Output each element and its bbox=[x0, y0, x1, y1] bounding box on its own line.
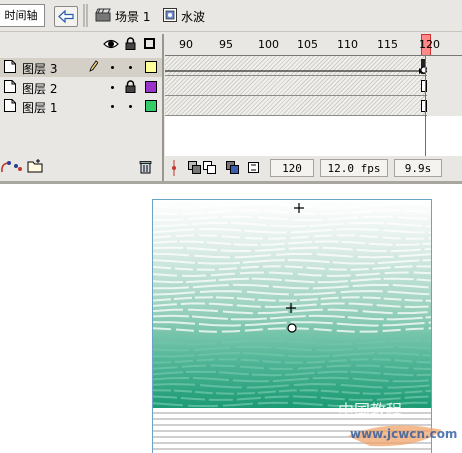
keyframe-end bbox=[421, 80, 427, 92]
layer-tools bbox=[0, 158, 162, 180]
edit-multiple-frames-icon[interactable] bbox=[226, 161, 240, 174]
wave-stripe bbox=[153, 389, 431, 395]
wave-stripe bbox=[153, 234, 431, 240]
modify-onion-markers-icon[interactable] bbox=[247, 161, 261, 174]
wave-stripe bbox=[153, 277, 431, 284]
wave-stripe bbox=[153, 215, 431, 222]
layer-row-1[interactable]: 图层 1 bbox=[0, 97, 162, 116]
wave-stripe bbox=[153, 246, 431, 253]
wave-stripe bbox=[153, 258, 431, 265]
site-watermark-logo: 中国教程 www.jcwcn.com bbox=[338, 401, 457, 447]
visible-dot[interactable] bbox=[111, 86, 114, 89]
wave-stripe bbox=[153, 364, 431, 370]
svg-text:www.jcwcn.com: www.jcwcn.com bbox=[350, 427, 457, 441]
ruler-label: 105 bbox=[297, 38, 318, 51]
onion-skin-icon[interactable] bbox=[188, 161, 202, 174]
insert-layer-folder-icon[interactable] bbox=[13, 160, 23, 174]
wave-stripe bbox=[153, 252, 431, 259]
wave-stripe bbox=[153, 345, 431, 352]
wave-stripe bbox=[153, 339, 431, 346]
wave-stripe bbox=[153, 283, 431, 290]
outline-all-icon[interactable] bbox=[144, 38, 155, 49]
layer-row-2[interactable]: 图层 2 bbox=[0, 78, 162, 97]
layer-page-icon bbox=[4, 60, 16, 73]
back-arrow-icon bbox=[58, 9, 74, 24]
folder-icon[interactable] bbox=[27, 159, 43, 173]
frame-row-2[interactable] bbox=[165, 76, 427, 96]
wave-stripe bbox=[153, 227, 431, 234]
add-motion-guide-icon[interactable] bbox=[0, 160, 12, 174]
ruler-label: 110 bbox=[337, 38, 358, 51]
ruler-label: 100 bbox=[258, 38, 279, 51]
lock-all-icon[interactable] bbox=[125, 37, 136, 50]
keyframe-end bbox=[421, 100, 427, 112]
toolbar-separator bbox=[86, 4, 88, 27]
scene-breadcrumb[interactable]: 场景 1 bbox=[115, 8, 150, 25]
layer-row-3[interactable]: 图层 3 bbox=[0, 58, 162, 77]
frame-row-1[interactable] bbox=[165, 96, 427, 116]
ruler-label: 90 bbox=[179, 38, 193, 51]
ruler-label-current: 120 bbox=[419, 38, 440, 51]
unlock-dot[interactable] bbox=[129, 66, 132, 69]
center-frame-icon[interactable] bbox=[170, 160, 178, 176]
transform-point-icon[interactable] bbox=[286, 322, 298, 334]
layer-name[interactable]: 图层 1 bbox=[22, 99, 57, 116]
registration-crosshair-icon bbox=[294, 203, 304, 213]
wave-stripe bbox=[153, 296, 431, 302]
unlock-dot[interactable] bbox=[129, 105, 132, 108]
layer-page-icon bbox=[4, 80, 16, 93]
wave-stripe bbox=[153, 370, 431, 377]
wave-stripe bbox=[153, 382, 431, 389]
delete-layer-trash-icon[interactable] bbox=[139, 160, 152, 174]
motion-tween-arrow bbox=[165, 59, 427, 74]
wave-stripe bbox=[153, 240, 431, 247]
ruler-label: 115 bbox=[377, 38, 398, 51]
toolbar-separator bbox=[83, 4, 85, 27]
layer-name[interactable]: 图层 3 bbox=[22, 60, 57, 77]
layer-frame-divider[interactable] bbox=[162, 34, 164, 182]
timeline-toggle-button[interactable]: 时间轴 bbox=[0, 4, 45, 27]
movie-clip-symbol-icon[interactable] bbox=[163, 8, 177, 22]
wave-stripe bbox=[153, 333, 431, 340]
pencil-edit-icon bbox=[89, 60, 98, 72]
visible-dot[interactable] bbox=[111, 105, 114, 108]
ruler-label: 95 bbox=[219, 38, 233, 51]
frame-rate-display[interactable]: 12.0 fps bbox=[320, 159, 388, 177]
svg-text:中国教程: 中国教程 bbox=[338, 401, 402, 420]
registration-crosshair-icon bbox=[286, 303, 296, 313]
frame-row-3[interactable] bbox=[165, 56, 427, 76]
wave-stripe bbox=[153, 376, 431, 383]
symbol-breadcrumb[interactable]: 水波 bbox=[181, 8, 205, 25]
show-hide-all-eye-icon[interactable] bbox=[103, 38, 119, 50]
layer-color-swatch[interactable] bbox=[145, 100, 157, 112]
wave-stripe bbox=[153, 221, 431, 228]
wave-stripe bbox=[153, 358, 431, 364]
wave-stripe bbox=[153, 271, 431, 278]
scene-clapper-icon[interactable] bbox=[95, 8, 111, 22]
visible-dot[interactable] bbox=[111, 66, 114, 69]
layer-color-swatch[interactable] bbox=[145, 61, 157, 73]
wave-stripe bbox=[153, 289, 431, 296]
playhead-line bbox=[425, 56, 426, 156]
onion-skin-outlines-icon[interactable] bbox=[203, 161, 217, 174]
current-frame-display: 120 bbox=[270, 159, 314, 177]
layer-page-icon bbox=[4, 99, 16, 112]
panel-bottom-edge bbox=[0, 181, 462, 184]
layer-color-swatch[interactable] bbox=[145, 81, 157, 93]
wave-stripe bbox=[153, 351, 431, 358]
wave-stripe bbox=[153, 314, 431, 321]
frame-grid[interactable] bbox=[165, 56, 427, 116]
empty-frame-area[interactable] bbox=[165, 116, 462, 156]
layer-name[interactable]: 图层 2 bbox=[22, 80, 57, 97]
back-to-scene-button[interactable] bbox=[54, 6, 78, 27]
elapsed-time-display: 9.9s bbox=[394, 159, 442, 177]
wave-stripe bbox=[153, 265, 431, 271]
layer-lock-icon[interactable] bbox=[125, 80, 136, 93]
